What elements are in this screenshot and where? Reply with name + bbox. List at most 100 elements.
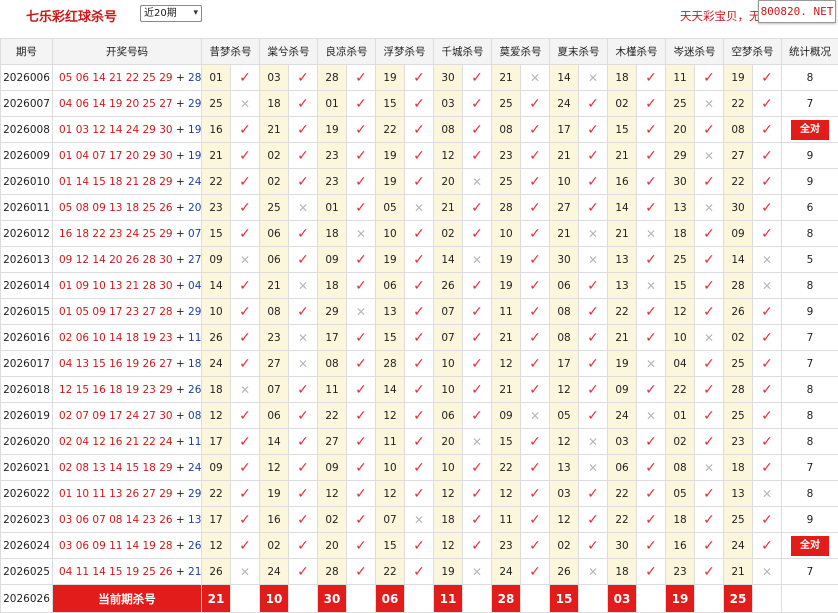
check-icon: ✓ — [231, 403, 260, 429]
check-icon: ✓ — [753, 533, 782, 559]
red-balls: 03 06 07 08 14 23 26 — [59, 514, 173, 526]
kill-number-cell: 18 — [608, 65, 637, 91]
check-icon: ✓ — [753, 429, 782, 455]
check-icon: ✓ — [753, 117, 782, 143]
check-icon: ✓ — [405, 221, 434, 247]
kill-number-cell: 06 — [260, 403, 289, 429]
kill-number-cell: 28 — [724, 273, 753, 299]
current-blank-cell — [695, 585, 724, 613]
plus-sign: + — [173, 332, 188, 344]
cross-icon: ✕ — [347, 299, 376, 325]
kill-number-cell: 10 — [202, 299, 231, 325]
issue-cell: 2026022 — [1, 481, 53, 507]
kill-number-cell: 11 — [376, 429, 405, 455]
kill-number-cell: 07 — [260, 377, 289, 403]
current-blank-cell — [289, 585, 318, 613]
plus-sign: + — [173, 566, 188, 578]
current-blank-cell — [463, 585, 492, 613]
cross-icon: ✕ — [637, 221, 666, 247]
kill-number-cell: 02 — [608, 91, 637, 117]
period-select[interactable]: 近20期 ▾ — [140, 5, 202, 22]
check-icon: ✓ — [695, 351, 724, 377]
kill-number-cell: 10 — [376, 221, 405, 247]
col-header-expert: 千城杀号 — [434, 39, 492, 65]
cross-icon: ✕ — [695, 455, 724, 481]
kill-number-cell: 07 — [434, 299, 463, 325]
check-icon: ✓ — [695, 403, 724, 429]
draw-cell: 02 06 10 14 18 19 23 + 11 — [53, 325, 202, 351]
blue-ball: 11 — [188, 332, 201, 344]
check-icon: ✓ — [579, 377, 608, 403]
plus-sign: + — [173, 462, 188, 474]
cross-icon: ✕ — [579, 221, 608, 247]
kill-number-cell: 02 — [260, 533, 289, 559]
col-header-issue: 期号 — [1, 39, 53, 65]
ad-link[interactable]: 天天彩宝贝，无 — [680, 8, 761, 24]
plus-sign: + — [173, 436, 188, 448]
check-icon: ✓ — [289, 507, 318, 533]
check-icon: ✓ — [753, 143, 782, 169]
issue-cell: 2026019 — [1, 403, 53, 429]
check-icon: ✓ — [347, 455, 376, 481]
kill-number-cell: 05 — [550, 403, 579, 429]
blue-ball: 26 — [188, 540, 201, 552]
kill-number-cell: 08 — [492, 117, 521, 143]
kill-number-table: 期号 开奖号码 昔梦杀号 棠兮杀号 良凉杀号 浮梦杀号 千城杀号 莫爱杀号 夏末… — [0, 38, 838, 613]
check-icon: ✓ — [695, 117, 724, 143]
col-header-expert: 良凉杀号 — [318, 39, 376, 65]
issue-cell: 2026011 — [1, 195, 53, 221]
col-header-stat: 统计概况 — [782, 39, 838, 65]
kill-number-cell: 19 — [492, 247, 521, 273]
check-icon: ✓ — [405, 299, 434, 325]
cross-icon: ✕ — [753, 559, 782, 585]
check-icon: ✓ — [289, 429, 318, 455]
cross-icon: ✕ — [695, 91, 724, 117]
check-icon: ✓ — [347, 195, 376, 221]
kill-number-cell: 01 — [202, 65, 231, 91]
kill-number-cell: 19 — [318, 117, 347, 143]
draw-cell: 03 06 09 11 14 19 28 + 26 — [53, 533, 202, 559]
plus-sign: + — [173, 202, 188, 214]
col-header-expert: 岑迷杀号 — [666, 39, 724, 65]
check-icon: ✓ — [463, 481, 492, 507]
red-balls: 01 09 10 13 21 28 30 — [59, 280, 173, 292]
stat-cell: 8 — [782, 65, 838, 91]
check-icon: ✓ — [463, 377, 492, 403]
kill-number-cell: 28 — [318, 65, 347, 91]
plus-sign: + — [173, 98, 188, 110]
check-icon: ✓ — [521, 481, 550, 507]
kill-number-cell: 12 — [434, 481, 463, 507]
kill-number-cell: 25 — [202, 91, 231, 117]
kill-number-cell: 12 — [550, 429, 579, 455]
kill-number-cell: 26 — [202, 325, 231, 351]
issue-cell: 2026025 — [1, 559, 53, 585]
current-kill-number: 28 — [492, 585, 521, 613]
kill-number-cell: 06 — [550, 273, 579, 299]
red-balls: 04 06 14 19 20 25 27 — [59, 98, 173, 110]
kill-number-cell: 09 — [724, 221, 753, 247]
kill-number-cell: 26 — [202, 559, 231, 585]
kill-number-cell: 24 — [608, 403, 637, 429]
check-icon: ✓ — [289, 117, 318, 143]
cross-icon: ✕ — [289, 195, 318, 221]
table-row: 202601001 14 15 18 21 28 29 + 2422✓02✓23… — [1, 169, 838, 195]
red-balls: 01 04 07 17 20 29 30 — [59, 150, 173, 162]
stat-cell: 全对 — [782, 533, 838, 559]
blue-ball: 24 — [188, 176, 201, 188]
check-icon: ✓ — [347, 143, 376, 169]
cross-icon: ✕ — [405, 195, 434, 221]
kill-number-cell: 10 — [376, 455, 405, 481]
check-icon: ✓ — [347, 377, 376, 403]
kill-number-cell: 13 — [608, 273, 637, 299]
plus-sign: + — [173, 176, 188, 188]
current-kill-number: 03 — [608, 585, 637, 613]
kill-number-cell: 19 — [434, 559, 463, 585]
kill-number-cell: 18 — [202, 377, 231, 403]
cross-icon: ✕ — [289, 351, 318, 377]
cross-icon: ✕ — [637, 273, 666, 299]
kill-number-cell: 18 — [260, 91, 289, 117]
red-balls: 04 13 15 16 19 26 27 — [59, 358, 173, 370]
check-icon: ✓ — [695, 273, 724, 299]
check-icon: ✓ — [231, 481, 260, 507]
site-badge[interactable]: 800820. NET — [758, 0, 836, 23]
